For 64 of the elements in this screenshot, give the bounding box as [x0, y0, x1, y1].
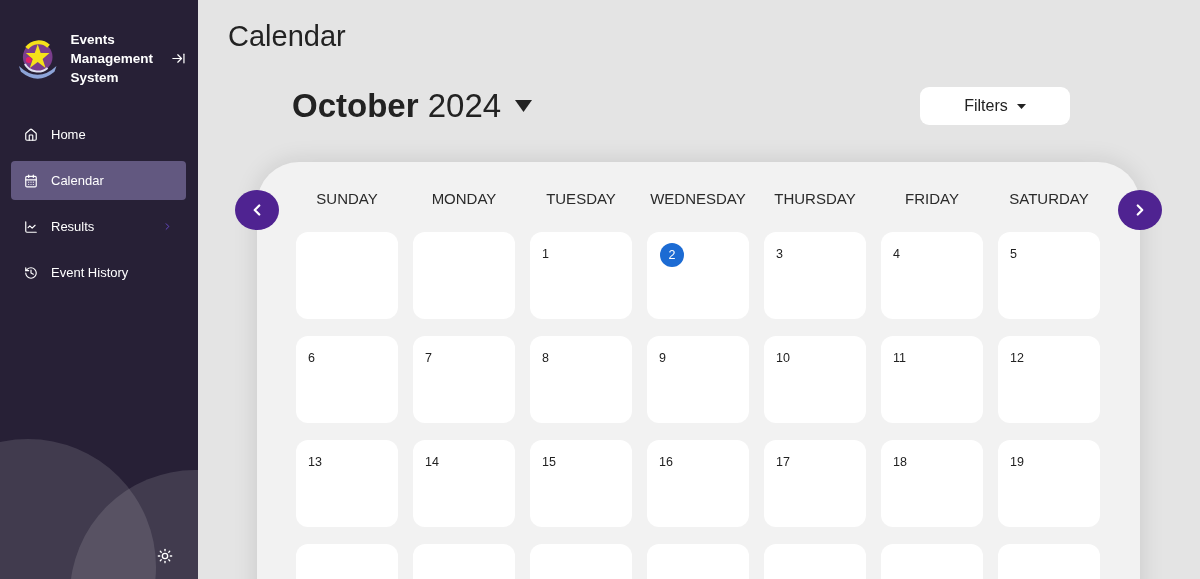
day-cell[interactable]: 8	[530, 336, 632, 423]
app-name: Events Management System	[70, 31, 154, 87]
weekday-label: FRIDAY	[904, 190, 960, 207]
caret-icon	[1016, 103, 1026, 109]
history-icon	[24, 265, 38, 280]
home-icon	[24, 127, 38, 142]
day-cell[interactable]: 6	[296, 336, 398, 423]
weekday-label: THURSDAY	[773, 190, 857, 207]
day-cell[interactable]: 7	[413, 336, 515, 423]
day-number: 14	[425, 455, 439, 469]
next-month-button[interactable]	[1118, 190, 1162, 230]
nav-item[interactable]: Results	[11, 207, 186, 246]
nav-item[interactable]: Event History	[11, 253, 186, 292]
weekday-label: SATURDAY	[1008, 190, 1090, 207]
weekday-label: WEDNESDAY	[649, 190, 747, 207]
day-cell[interactable]: 10	[764, 336, 866, 423]
day-number: 1	[542, 247, 549, 261]
filters-button[interactable]: Filters	[920, 87, 1070, 125]
day-cell[interactable]: 3	[764, 232, 866, 319]
day-number: 4	[893, 247, 900, 261]
chart-icon	[24, 219, 38, 234]
day-cell[interactable]: 11	[881, 336, 983, 423]
day-cell[interactable]: 9	[647, 336, 749, 423]
weekday-label: MONDAY	[430, 190, 498, 207]
day-number: 3	[776, 247, 783, 261]
nav-item[interactable]: Calendar	[11, 161, 186, 200]
collapse-icon[interactable]	[171, 51, 186, 66]
day-cell[interactable]: 2	[647, 232, 749, 319]
day-cell[interactable]: 1	[530, 232, 632, 319]
day-number: 18	[893, 455, 907, 469]
day-cell[interactable]: 13	[296, 440, 398, 527]
theme-toggle-button[interactable]	[157, 548, 173, 564]
weekday-label: TUESDAY	[545, 190, 617, 207]
day-cell[interactable]: 14	[413, 440, 515, 527]
day-number: 9	[659, 351, 666, 365]
day-number: 10	[776, 351, 790, 365]
weekday-label: SUNDAY	[315, 190, 379, 207]
day-number: 17	[776, 455, 790, 469]
previous-month-button[interactable]	[235, 190, 279, 230]
calendar-icon	[24, 173, 38, 188]
day-number: 13	[308, 455, 322, 469]
nav-item[interactable]: Home	[11, 115, 186, 154]
day-number: 7	[425, 351, 432, 365]
caret-icon	[515, 100, 533, 112]
day-cell[interactable]: 16	[647, 440, 749, 527]
day-number: 2	[660, 243, 684, 267]
day-cell[interactable]: 19	[998, 440, 1100, 527]
day-number: 15	[542, 455, 556, 469]
day-number: 11	[893, 351, 906, 365]
month-picker[interactable]: October 2024	[292, 87, 533, 125]
day-number: 8	[542, 351, 549, 365]
day-number: 5	[1010, 247, 1017, 261]
day-number: 12	[1010, 351, 1024, 365]
day-cell[interactable]: 17	[764, 440, 866, 527]
day-cell[interactable]: 5	[998, 232, 1100, 319]
day-number: 6	[308, 351, 315, 365]
day-cell[interactable]: 12	[998, 336, 1100, 423]
day-number: 19	[1010, 455, 1024, 469]
day-number: 16	[659, 455, 673, 469]
day-cell[interactable]: 4	[881, 232, 983, 319]
day-cell[interactable]: 18	[881, 440, 983, 527]
page-title: Calendar	[228, 20, 346, 53]
day-cell[interactable]: 15	[530, 440, 632, 527]
sun-icon	[157, 548, 173, 564]
